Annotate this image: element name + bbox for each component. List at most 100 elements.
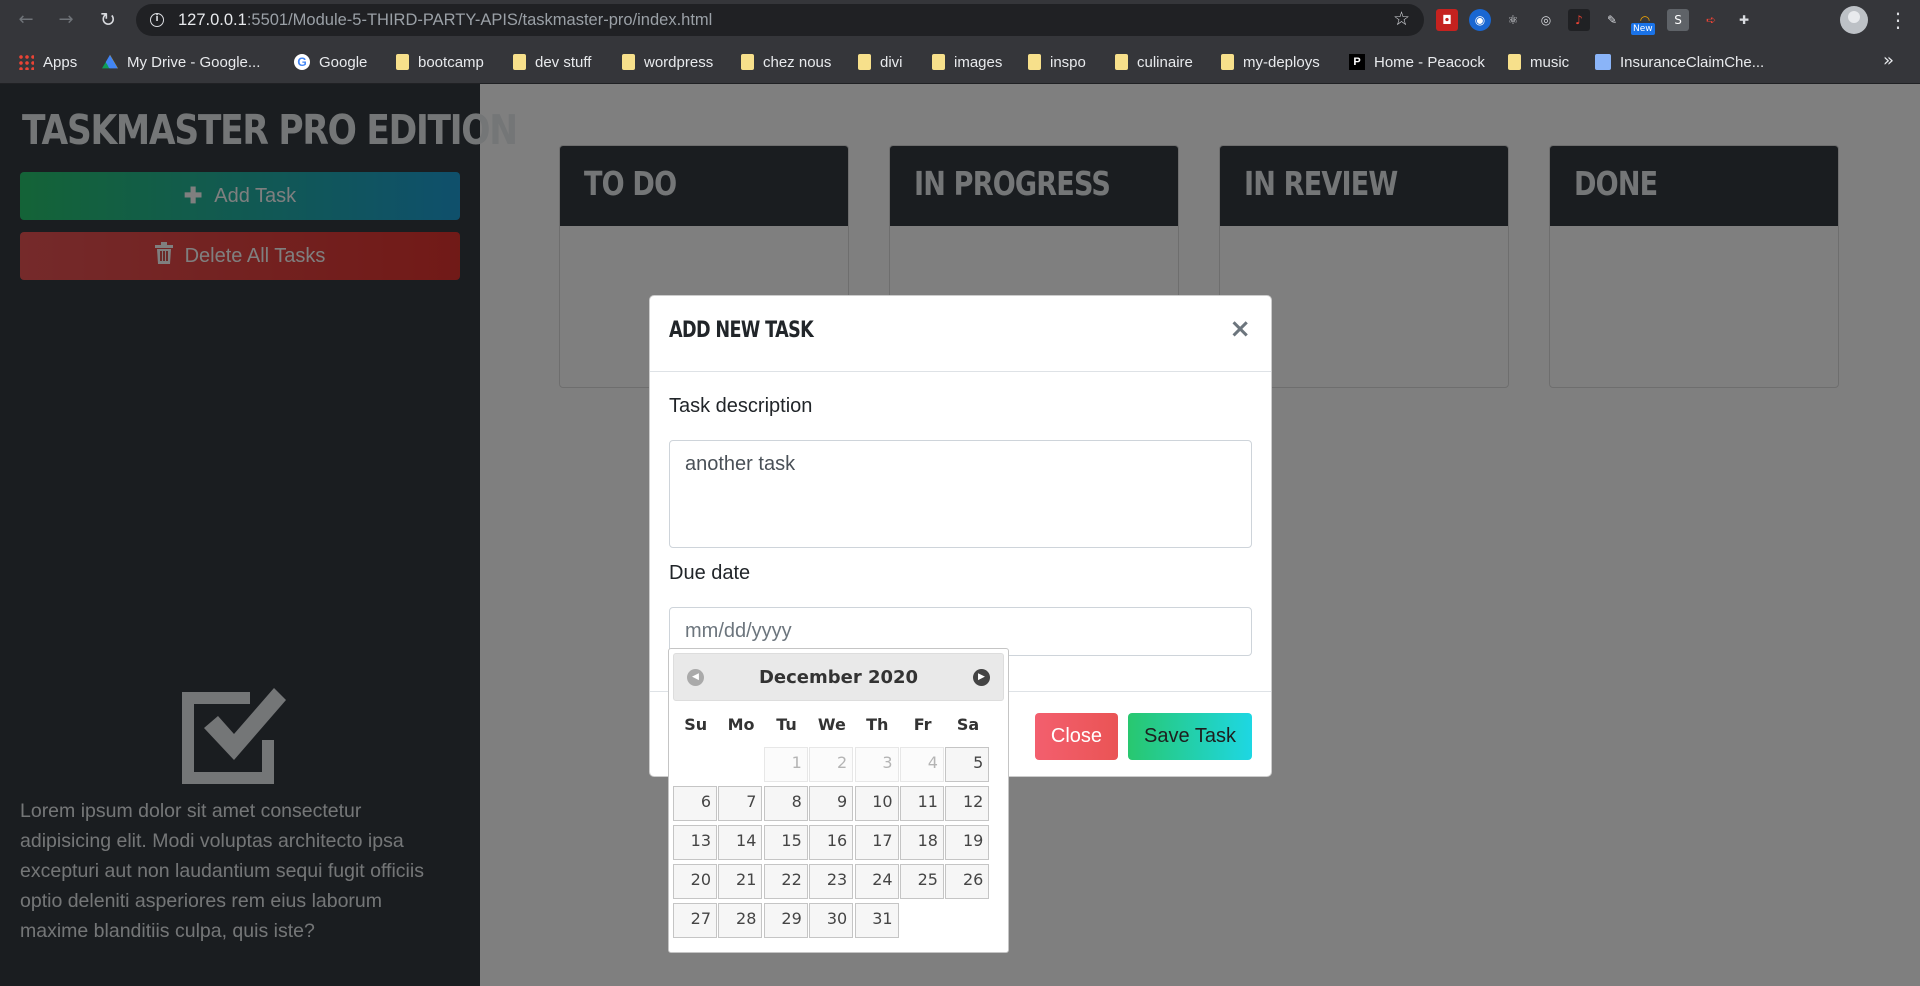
datepicker-day[interactable]: 20 bbox=[673, 864, 717, 899]
datepicker-day[interactable]: 30 bbox=[809, 903, 854, 938]
datepicker-day-disabled: 2 bbox=[809, 747, 854, 782]
address-bar[interactable]: i 127.0.0.1:5501/Module-5-THIRD-PARTY-AP… bbox=[136, 4, 1424, 36]
bookmark-wordpress[interactable]: wordpress bbox=[622, 50, 713, 74]
target-extension-icon[interactable]: ◎ bbox=[1535, 9, 1557, 31]
bookmark-bootcamp[interactable]: bootcamp bbox=[396, 50, 484, 74]
datepicker-day[interactable]: 31 bbox=[854, 903, 899, 938]
datepicker-day[interactable]: 29 bbox=[763, 903, 808, 938]
forward-arrow-icon[interactable]: → bbox=[54, 8, 78, 32]
bookmark-dev-stuff[interactable]: dev stuff bbox=[513, 50, 591, 74]
bookmark-music[interactable]: music bbox=[1508, 50, 1569, 74]
bookmark-chez-nous[interactable]: chez nous bbox=[741, 50, 831, 74]
bookmark-label: my-deploys bbox=[1243, 53, 1320, 71]
datepicker-day[interactable]: 22 bbox=[763, 864, 808, 899]
datepicker-day[interactable]: 13 bbox=[673, 825, 717, 860]
bookmark-my-deploys[interactable]: my-deploys bbox=[1221, 50, 1320, 74]
datepicker-week-row: 6 7 8 9 10 11 12 bbox=[673, 786, 1004, 825]
folder-icon bbox=[858, 54, 871, 70]
datepicker-day-disabled: 4 bbox=[899, 747, 944, 782]
circle-extension-icon[interactable]: ◉ bbox=[1469, 9, 1491, 31]
datepicker-day[interactable]: 28 bbox=[718, 903, 763, 938]
bookmark-culinaire[interactable]: culinaire bbox=[1115, 50, 1193, 74]
bookmark-label: Google bbox=[319, 53, 368, 71]
peacock-icon: P bbox=[1349, 54, 1365, 70]
datepicker-day[interactable]: 11 bbox=[899, 786, 944, 821]
bookmarks-overflow-icon[interactable]: » bbox=[1883, 50, 1894, 71]
datepicker-empty-cell bbox=[900, 903, 944, 938]
music-extension-icon[interactable]: ♪ bbox=[1568, 9, 1590, 31]
bookmark-label: inspo bbox=[1050, 53, 1086, 71]
bookmark-star-icon[interactable]: ☆ bbox=[1393, 8, 1410, 30]
datepicker-weekday-row: Su Mo Tu We Th Fr Sa bbox=[673, 715, 1004, 737]
bookmark-label: Apps bbox=[43, 53, 78, 71]
datepicker-day[interactable]: 9 bbox=[809, 786, 854, 821]
s-extension-icon[interactable]: S bbox=[1667, 9, 1689, 31]
folder-icon bbox=[1028, 54, 1041, 70]
back-arrow-icon[interactable]: ← bbox=[14, 8, 38, 32]
datepicker-day[interactable]: 5 bbox=[945, 747, 990, 782]
datepicker-day[interactable]: 16 bbox=[809, 825, 854, 860]
profile-avatar-icon[interactable] bbox=[1840, 6, 1868, 34]
datepicker-day[interactable]: 26 bbox=[945, 864, 990, 899]
bookmark-divi[interactable]: divi bbox=[858, 50, 903, 74]
datepicker-week-row: 27 28 29 30 31 bbox=[673, 903, 1004, 942]
datepicker-day-disabled: 3 bbox=[854, 747, 899, 782]
bookmark-label: wordpress bbox=[644, 53, 714, 71]
puzzle-extensions-icon[interactable]: ✚ bbox=[1733, 9, 1755, 31]
datepicker-day[interactable]: 27 bbox=[673, 903, 717, 938]
react-devtools-icon[interactable]: ⚛ bbox=[1502, 9, 1524, 31]
site-info-icon[interactable]: i bbox=[150, 13, 164, 27]
bookmark-label: divi bbox=[880, 53, 903, 71]
folder-icon bbox=[1115, 54, 1128, 70]
drive-icon bbox=[102, 54, 118, 69]
bookmark-images[interactable]: images bbox=[932, 50, 1002, 74]
google-icon: G bbox=[294, 54, 310, 70]
datepicker-grid: 1 2 3 4 5 6 7 8 9 10 11 12 13 14 15 16 17 18 19 20 21 22 23 24 2… bbox=[673, 747, 1004, 942]
reload-icon[interactable]: ↻ bbox=[96, 8, 120, 32]
save-task-button[interactable]: Save Task bbox=[1128, 713, 1252, 760]
datepicker-day[interactable]: 12 bbox=[945, 786, 990, 821]
datepicker-day[interactable]: 24 bbox=[854, 864, 899, 899]
next-month-icon[interactable]: ▶ bbox=[973, 669, 990, 686]
weekday-label: Mo bbox=[727, 715, 755, 734]
menu-kebab-icon[interactable]: ⋮ bbox=[1888, 6, 1908, 34]
bookmarks-bar: Apps My Drive - Google... G Google bootca… bbox=[0, 40, 1920, 84]
bookmark-google[interactable]: G Google bbox=[294, 50, 367, 74]
datepicker-month-label: December 2020 bbox=[758, 667, 919, 688]
bookmark-label: bootcamp bbox=[418, 53, 484, 71]
folder-icon bbox=[622, 54, 635, 70]
datepicker-day[interactable]: 25 bbox=[899, 864, 944, 899]
bookmark-insurance[interactable]: InsuranceClaimChe... bbox=[1595, 50, 1764, 74]
weekday-label: Fr bbox=[913, 715, 932, 734]
bookmark-my-drive[interactable]: My Drive - Google... bbox=[102, 50, 260, 74]
close-button[interactable]: Close bbox=[1035, 713, 1118, 760]
folder-icon bbox=[1508, 54, 1521, 70]
bookmark-apps[interactable]: Apps bbox=[18, 50, 77, 74]
datepicker-day[interactable]: 18 bbox=[899, 825, 944, 860]
datepicker-day[interactable]: 8 bbox=[763, 786, 808, 821]
pocket-extension-icon[interactable]: ◘ bbox=[1436, 9, 1458, 31]
colorful-extension-icon[interactable]: ◠ New bbox=[1631, 9, 1656, 35]
datepicker-day[interactable]: 17 bbox=[854, 825, 899, 860]
video-extension-icon[interactable]: ➪ bbox=[1700, 9, 1722, 31]
task-description-input[interactable] bbox=[669, 440, 1252, 548]
datepicker-day[interactable]: 14 bbox=[718, 825, 763, 860]
bookmark-label: dev stuff bbox=[535, 53, 592, 71]
folder-icon bbox=[513, 54, 526, 70]
close-icon[interactable]: × bbox=[1229, 314, 1251, 344]
datepicker-day[interactable]: 23 bbox=[809, 864, 854, 899]
extensions-bar: ◘ ◉ ⚛ ◎ ♪ ✎ ◠ New S ➪ ✚ bbox=[1436, 6, 1766, 35]
bookmark-peacock[interactable]: P Home - Peacock bbox=[1349, 50, 1485, 74]
bookmark-inspo[interactable]: inspo bbox=[1028, 50, 1086, 74]
datepicker-day[interactable]: 7 bbox=[718, 786, 763, 821]
folder-icon bbox=[396, 54, 409, 70]
bookmark-label: chez nous bbox=[763, 53, 832, 71]
datepicker-day[interactable]: 6 bbox=[673, 786, 717, 821]
datepicker-day[interactable]: 19 bbox=[945, 825, 990, 860]
new-badge: New bbox=[1631, 23, 1655, 35]
datepicker-day[interactable]: 21 bbox=[718, 864, 763, 899]
datepicker-day[interactable]: 15 bbox=[763, 825, 808, 860]
datepicker-day[interactable]: 10 bbox=[854, 786, 899, 821]
url-text[interactable]: 127.0.0.1:5501/Module-5-THIRD-PARTY-APIS… bbox=[178, 11, 712, 30]
pen-extension-icon[interactable]: ✎ bbox=[1601, 9, 1623, 31]
